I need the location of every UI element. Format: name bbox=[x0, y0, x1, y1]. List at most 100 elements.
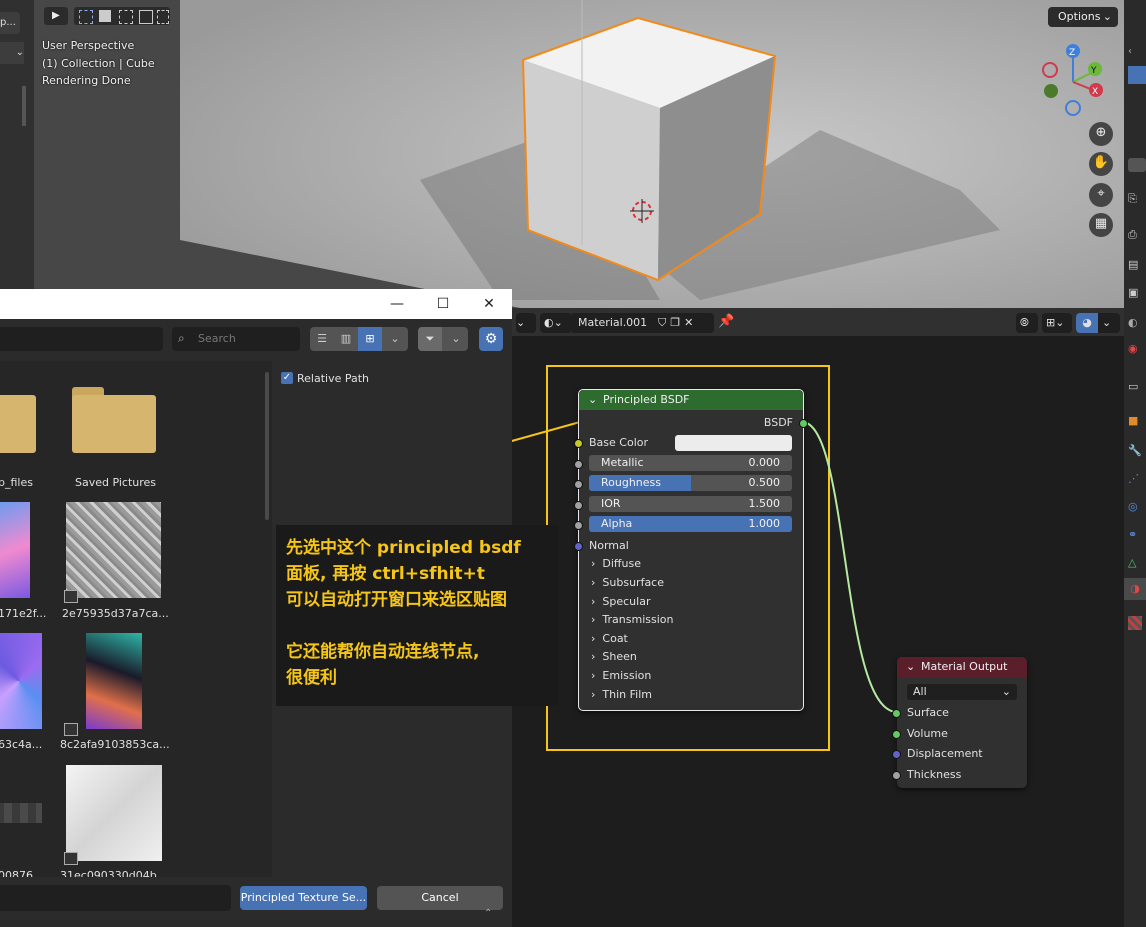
roughness-label: Roughness bbox=[601, 476, 662, 489]
image-file-icon bbox=[64, 590, 78, 603]
metallic-value: 0.000 bbox=[748, 456, 781, 469]
node-title: Material Output bbox=[921, 660, 1008, 673]
search-placeholder: Search bbox=[198, 332, 236, 345]
filter-group[interactable]: ⏷ ⌄ bbox=[418, 327, 468, 351]
image-thumbnail[interactable] bbox=[0, 803, 42, 823]
ior-socket[interactable] bbox=[574, 501, 583, 510]
chevron-down-icon[interactable]: ⌄ bbox=[906, 657, 915, 677]
image-thumbnail[interactable] bbox=[66, 765, 162, 861]
image-thumbnail[interactable] bbox=[86, 633, 142, 729]
panel-label: Subsurface bbox=[602, 576, 664, 589]
item-label: 00876... bbox=[0, 869, 44, 877]
item-label: 31ec090330d04b... bbox=[60, 869, 168, 877]
panel-thin-film[interactable]: › Thin Film bbox=[591, 688, 652, 701]
bsdf-output-label: BSDF bbox=[763, 416, 793, 429]
grid-scrollbar[interactable] bbox=[265, 372, 269, 520]
panel-diffuse[interactable]: › Diffuse bbox=[591, 557, 641, 570]
thickness-label: Thickness bbox=[907, 768, 962, 781]
thickness-socket[interactable] bbox=[892, 771, 901, 780]
chevron-down-icon[interactable]: ⌄ bbox=[444, 327, 468, 351]
material-output-node[interactable]: ⌄ Material Output All ⌄ Surface Volume D… bbox=[892, 657, 1027, 788]
surface-label: Surface bbox=[907, 706, 949, 719]
normal-socket[interactable] bbox=[574, 542, 583, 551]
thumbnails-icon[interactable]: ⊞ bbox=[358, 327, 382, 351]
confirm-button[interactable]: Principled Texture Se... bbox=[240, 886, 367, 910]
image-thumbnail[interactable] bbox=[0, 502, 30, 598]
search-input[interactable]: ⌕ Search bbox=[172, 327, 300, 351]
image-thumbnail[interactable] bbox=[0, 633, 42, 729]
minimize-icon[interactable]: — bbox=[374, 289, 420, 319]
panel-label: Coat bbox=[602, 632, 628, 645]
ior-value: 1.500 bbox=[748, 497, 781, 510]
alpha-label: Alpha bbox=[601, 517, 633, 530]
base-color-swatch[interactable] bbox=[675, 435, 792, 451]
chevron-down-icon[interactable]: ⌄ bbox=[588, 390, 597, 410]
panel-subsurface[interactable]: › Subsurface bbox=[591, 576, 664, 589]
bsdf-output-socket[interactable] bbox=[799, 419, 808, 428]
item-label: 8c2afa9103853ca... bbox=[60, 738, 170, 751]
principled-bsdf-node[interactable]: ⌄ Principled BSDF BSDF Base Color Metall… bbox=[574, 389, 808, 711]
display-mode-group[interactable]: ☰ ▥ ⊞ ⌄ bbox=[310, 327, 408, 351]
annotation-callout: 先选中这个 principled bsdf 面板, 再按 ctrl+sfhit+… bbox=[276, 525, 558, 706]
ior-slider[interactable]: IOR 1.500 bbox=[589, 496, 792, 512]
settings-gear-icon[interactable]: ⚙ bbox=[479, 327, 503, 351]
panel-specular[interactable]: › Specular bbox=[591, 595, 650, 608]
file-grid[interactable]: p_files Saved Pictures 171e2f... 2e75935… bbox=[0, 361, 272, 877]
volume-label: Volume bbox=[907, 727, 948, 740]
volume-socket[interactable] bbox=[892, 730, 901, 739]
surface-socket[interactable] bbox=[892, 709, 901, 718]
vertical-list-icon[interactable]: ☰ bbox=[310, 327, 334, 351]
panel-coat[interactable]: › Coat bbox=[591, 632, 628, 645]
annotation-line: 面板, 再按 ctrl+sfhit+t bbox=[286, 564, 485, 584]
panel-sheen[interactable]: › Sheen bbox=[591, 650, 637, 663]
item-label: 63c4a... bbox=[0, 738, 43, 751]
relative-path-checkbox[interactable]: ✓ bbox=[281, 372, 293, 384]
panel-emission[interactable]: › Emission bbox=[591, 669, 651, 682]
displacement-socket[interactable] bbox=[892, 750, 901, 759]
search-icon: ⌕ bbox=[178, 331, 185, 345]
panel-label: Thin Film bbox=[602, 688, 652, 701]
metallic-slider[interactable]: Metallic 0.000 bbox=[589, 455, 792, 471]
image-file-icon bbox=[64, 723, 78, 736]
relative-path-label: Relative Path bbox=[297, 372, 370, 385]
chevron-down-icon: ⌄ bbox=[1001, 685, 1011, 698]
close-icon[interactable]: ✕ bbox=[466, 289, 512, 319]
cancel-button[interactable]: Cancel bbox=[377, 886, 503, 910]
item-label: 171e2f... bbox=[0, 607, 47, 620]
bsdf-to-surface-link bbox=[801, 421, 898, 713]
maximize-icon[interactable]: ☐ bbox=[420, 289, 466, 319]
target-value: All bbox=[913, 685, 927, 698]
alpha-socket[interactable] bbox=[574, 521, 583, 530]
normal-label: Normal bbox=[589, 539, 629, 552]
horizontal-list-icon[interactable]: ▥ bbox=[334, 327, 358, 351]
panel-transmission[interactable]: › Transmission bbox=[591, 613, 673, 626]
alpha-slider[interactable]: Alpha 1.000 bbox=[589, 516, 792, 532]
target-dropdown[interactable]: All ⌄ bbox=[907, 684, 1017, 700]
folder-icon[interactable] bbox=[0, 387, 36, 453]
panel-label: Diffuse bbox=[602, 557, 641, 570]
node-title-bar[interactable]: ⌄ Principled BSDF bbox=[579, 390, 803, 410]
filename-input[interactable] bbox=[0, 885, 231, 911]
filter-funnel-icon[interactable]: ⏷ bbox=[418, 327, 442, 351]
roughness-slider[interactable]: Roughness 0.500 bbox=[589, 475, 792, 491]
roughness-socket[interactable] bbox=[574, 480, 583, 489]
path-field[interactable] bbox=[0, 327, 163, 351]
node-title: Principled BSDF bbox=[603, 393, 690, 406]
metallic-socket[interactable] bbox=[574, 460, 583, 469]
annotation-line bbox=[286, 613, 548, 639]
image-file-icon bbox=[64, 852, 78, 865]
metallic-label: Metallic bbox=[601, 456, 644, 469]
base-color-label: Base Color bbox=[589, 436, 649, 449]
roughness-value: 0.500 bbox=[748, 476, 781, 489]
panel-label: Sheen bbox=[602, 650, 637, 663]
base-color-socket[interactable] bbox=[574, 439, 583, 448]
folder-icon[interactable] bbox=[72, 387, 156, 453]
image-thumbnail[interactable] bbox=[66, 502, 161, 598]
annotation-line: 它还能帮你自动连线节点, bbox=[286, 642, 480, 662]
item-label: 2e75935d37a7ca... bbox=[62, 607, 169, 620]
chevron-up-icon[interactable]: ⌃ bbox=[484, 908, 492, 919]
panel-label: Transmission bbox=[602, 613, 674, 626]
panel-label: Emission bbox=[602, 669, 652, 682]
node-title-bar[interactable]: ⌄ Material Output bbox=[897, 657, 1027, 677]
chevron-down-icon[interactable]: ⌄ bbox=[382, 327, 408, 351]
